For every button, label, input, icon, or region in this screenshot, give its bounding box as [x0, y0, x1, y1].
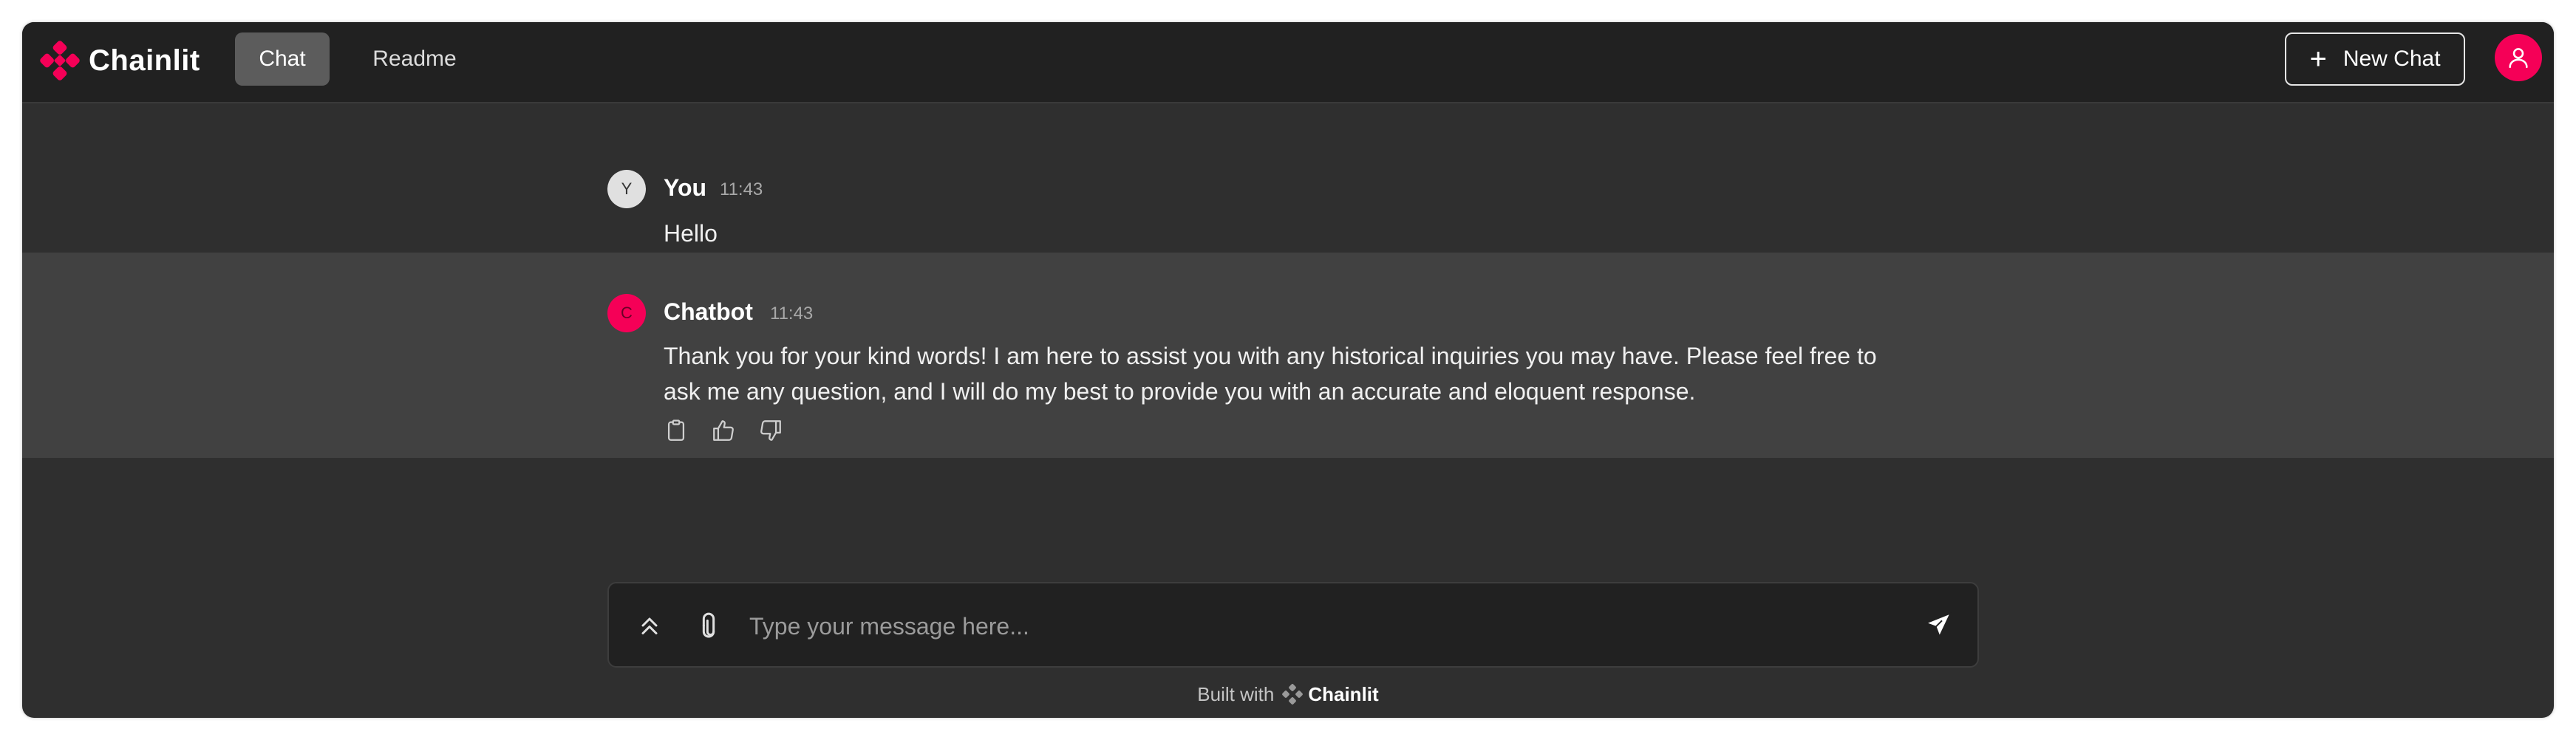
user-message-avatar: Y — [607, 170, 646, 208]
message-line: ask me any question, and I will do my be… — [664, 378, 1696, 405]
chevrons-up-icon — [641, 617, 658, 634]
paperclip-icon — [702, 612, 715, 638]
built-with-text: Built with — [1197, 682, 1275, 705]
built-with-footer[interactable]: Built with Chainlit — [22, 679, 2554, 709]
plus-icon: + — [2309, 43, 2327, 75]
message-row-user: Y You 11:43 Hello — [22, 103, 2554, 275]
message-line: Thank you for your kind words! I am here… — [664, 343, 1877, 369]
message-actions — [664, 418, 783, 443]
app-name: Chainlit — [89, 44, 200, 77]
message-content: Thank you for your kind words! I am here… — [664, 338, 1994, 409]
bot-message-avatar: C — [607, 294, 646, 332]
message-composer — [607, 582, 1979, 668]
tab-readme[interactable]: Readme — [344, 32, 485, 86]
message-author: Chatbot — [664, 298, 753, 325]
send-icon — [1925, 612, 1952, 637]
top-bar: Chainlit Chat Readme + New Chat — [22, 22, 2554, 103]
tab-chat[interactable]: Chat — [235, 32, 330, 86]
footer-brand: Chainlit — [1308, 682, 1379, 705]
message-time: 11:43 — [770, 304, 814, 323]
attach-file-button[interactable] — [690, 607, 727, 644]
message-author: You — [664, 174, 707, 201]
settings-chevrons-button[interactable] — [631, 607, 668, 644]
thumbs-down-icon[interactable] — [758, 418, 783, 443]
user-icon — [2509, 48, 2528, 69]
clipboard-icon[interactable] — [664, 418, 689, 443]
thumbs-up-icon[interactable] — [711, 418, 736, 443]
chainlit-logo-icon — [40, 41, 80, 80]
message-content: Hello — [664, 220, 718, 247]
app-window: Chainlit Chat Readme + New Chat Y You 11… — [22, 22, 2554, 718]
chainlit-logo[interactable]: Chainlit — [38, 38, 200, 83]
message-time: 11:43 — [720, 179, 763, 199]
new-chat-button[interactable]: + New Chat — [2285, 32, 2465, 86]
message-row-bot: C Chatbot 11:43 Thank you for your kind … — [22, 253, 2554, 458]
send-button[interactable] — [1920, 607, 1957, 644]
new-chat-label: New Chat — [2342, 47, 2441, 71]
user-menu-button[interactable] — [2495, 34, 2542, 81]
chainlit-footer-logo-icon — [1282, 684, 1304, 705]
message-input[interactable] — [748, 600, 1859, 653]
